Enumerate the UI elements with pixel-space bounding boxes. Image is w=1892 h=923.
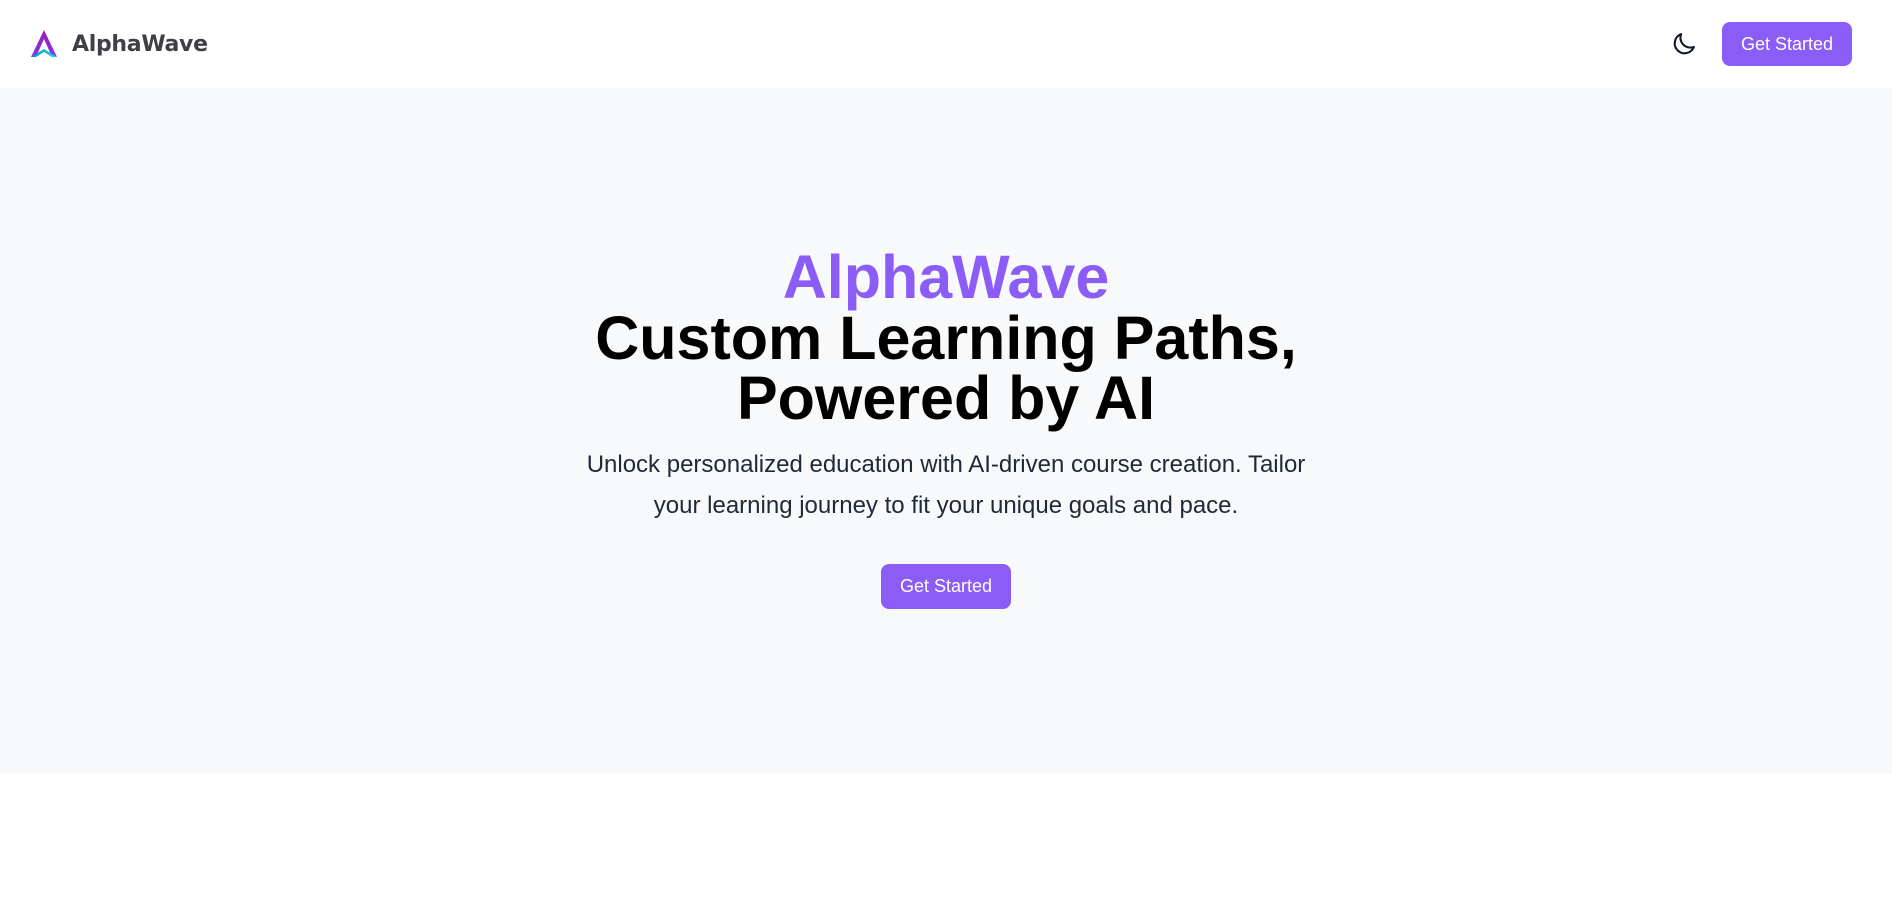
hero-subtitle: Unlock personalized education with AI-dr…: [586, 451, 1306, 519]
hero-brand-heading: AlphaWave: [782, 243, 1110, 311]
navbar: AlphaWave Get Started: [0, 0, 1892, 88]
theme-toggle-button[interactable]: [1662, 22, 1706, 66]
nav-actions: Get Started: [1662, 22, 1852, 66]
brand-name: AlphaWave: [72, 31, 208, 57]
hero-section: AlphaWave Custom Learning Paths, Powered…: [0, 88, 1892, 774]
hero-title: Custom Learning Paths, Powered by AI: [595, 304, 1297, 432]
moon-icon: [1673, 33, 1695, 55]
nav-get-started-button[interactable]: Get Started: [1722, 22, 1852, 66]
page-footer-area: [0, 774, 1892, 923]
hero-get-started-button[interactable]: Get Started: [881, 564, 1011, 609]
brand-link[interactable]: AlphaWave: [28, 28, 208, 60]
alphawave-logo-icon: [31, 30, 57, 57]
